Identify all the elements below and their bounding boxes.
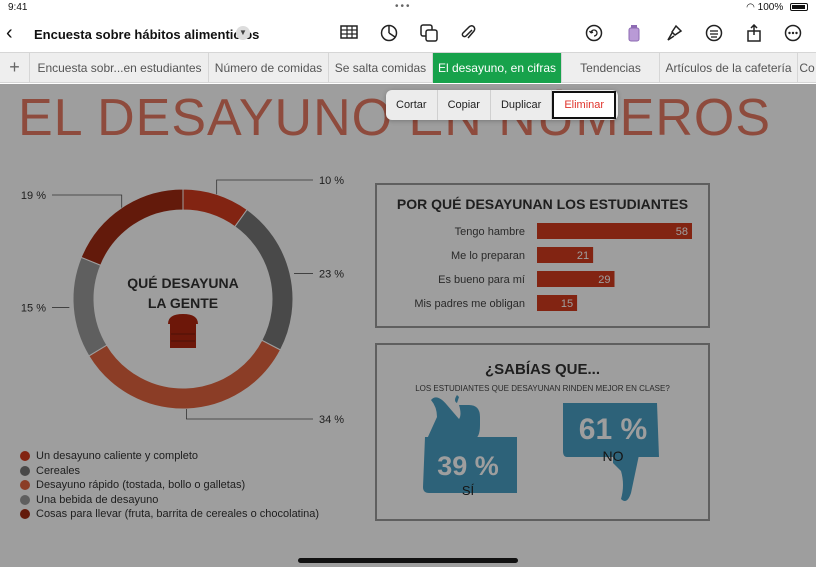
bar-category-label: Mis padres me obligan	[414, 298, 525, 310]
leader-line	[186, 408, 313, 420]
yes-value: 39 %	[437, 451, 499, 481]
legend-item: Cosas para llevar (fruta, barrita de cer…	[20, 507, 319, 522]
list-icon[interactable]	[704, 24, 724, 44]
table-icon[interactable]	[339, 24, 359, 44]
battery-icon	[790, 3, 808, 12]
undo-icon[interactable]	[584, 24, 604, 44]
document-title[interactable]: Encuesta sobre hábitos alimenticios	[34, 27, 259, 42]
donut-slice	[182, 188, 248, 228]
bar	[537, 223, 692, 239]
add-sheet-button[interactable]: +	[0, 53, 30, 83]
tab-numero-comidas[interactable]: Número de comidas	[209, 53, 329, 83]
slice-value-label: 10 %	[319, 175, 344, 187]
did-you-know-panel[interactable]: ¿SABÍAS QUE... LOS ESTUDIANTES QUE DESAY…	[375, 343, 710, 521]
yes-label: SÍ	[462, 483, 475, 498]
status-time: 9:41	[8, 2, 28, 13]
status-icons: ◠ 100%	[746, 2, 808, 13]
share-icon[interactable]	[744, 23, 764, 44]
delete-menu-item[interactable]: Eliminar	[552, 91, 617, 119]
brush-icon[interactable]	[664, 24, 684, 44]
bar-chart-panel[interactable]: POR QUÉ DESAYUNAN LOS ESTUDIANTES Tengo …	[375, 183, 710, 328]
leader-line	[52, 194, 123, 208]
thumbs-graphic: 39 % SÍ 61 % NO	[423, 395, 659, 501]
legend-swatch	[20, 465, 30, 476]
slice-value-label: 15 %	[21, 303, 46, 315]
legend-label: Desayuno rápido (tostada, bollo o gallet…	[36, 479, 246, 491]
legend-swatch	[20, 451, 30, 461]
donut-slice	[80, 188, 184, 266]
battery-label: 100%	[757, 2, 784, 13]
donut-title-line2: LA GENTE	[148, 295, 218, 311]
shapes-icon[interactable]	[419, 24, 439, 44]
multitasking-dots[interactable]: •••	[395, 1, 412, 12]
bar-group: Tengo hambre 58 Me lo preparan 21 Es bueno p…	[414, 223, 692, 311]
legend-swatch	[20, 494, 30, 505]
cut-menu-item[interactable]: Cortar	[386, 90, 438, 120]
toast-icon	[168, 314, 198, 348]
donut-slice	[234, 208, 294, 351]
bar-chart: Tengo hambre 58 Me lo preparan 21 Es bueno p…	[414, 223, 692, 311]
donut-slice	[88, 339, 282, 410]
legend-item: Cereales	[20, 464, 319, 479]
bar-category-label: Tengo hambre	[455, 226, 525, 238]
chevron-down-icon[interactable]: ▼	[236, 26, 250, 40]
wifi-icon: ◠	[746, 2, 755, 13]
no-value: 61 %	[579, 413, 647, 446]
slice-value-label: 23 %	[319, 269, 344, 281]
copy-menu-item[interactable]: Copiar	[438, 90, 491, 120]
bar-value-label: 58	[676, 226, 688, 238]
no-label: NO	[603, 448, 624, 464]
toolbar: ‹ Encuesta sobre hábitos alimenticios ▼	[0, 16, 816, 52]
slice-value-label: 34 %	[319, 414, 344, 426]
bar-category-label: Me lo preparan	[451, 250, 525, 262]
legend-swatch	[20, 480, 30, 490]
slice-value-label: 19 %	[21, 190, 46, 202]
legend-label: Cereales	[36, 464, 81, 477]
bar-value-label: 21	[577, 250, 589, 262]
duplicate-menu-item[interactable]: Duplicar	[491, 90, 553, 120]
legend-item: Un desayuno caliente y completo	[20, 449, 319, 464]
back-icon[interactable]: ‹	[6, 23, 13, 43]
bar-value-label: 29	[598, 274, 610, 286]
chart-icon[interactable]	[379, 24, 399, 44]
legend-label: Cosas para llevar (fruta, barrita de cer…	[36, 508, 320, 520]
attachment-icon[interactable]	[458, 24, 478, 44]
status-bar: 9:41 ••• ◠ 100%	[0, 0, 816, 16]
tab-se-salta-comidas[interactable]: Se salta comidas	[329, 53, 433, 83]
legend-item: Desayuno rápido (tostada, bollo o gallet…	[20, 478, 319, 493]
format-icon[interactable]	[624, 24, 644, 44]
donut-slice	[72, 256, 108, 357]
more-icon[interactable]	[783, 24, 803, 44]
bar-value-label: 15	[561, 298, 573, 310]
home-indicator[interactable]	[298, 558, 518, 563]
tab-encuesta[interactable]: Encuesta sobr...en estudiantes	[31, 53, 209, 83]
tab-el-desayuno-en-cifras[interactable]: El desayuno, en cifras	[433, 53, 562, 83]
tab-tendencias[interactable]: Tendencias	[562, 53, 660, 83]
sheet-canvas[interactable]: EL DESAYUNO EN NÚMEROS 10 %23 %34 %15 %1…	[0, 84, 816, 567]
edit-context-menu: Cortar Copiar Duplicar Eliminar	[386, 90, 619, 120]
bar-category-label: Es bueno para mí	[438, 274, 525, 286]
legend-item: Una bebida de desayuno	[20, 493, 319, 508]
sheet-tabs: + Encuesta sobr...en estudiantes Número …	[0, 52, 816, 83]
legend-swatch	[20, 509, 30, 519]
tab-articulos-cafeteria[interactable]: Artículos de la cafetería	[660, 53, 798, 83]
legend-label: Una bebida de desayuno	[36, 493, 159, 506]
legend-label: Un desayuno caliente y completo	[36, 450, 199, 462]
donut-title-line1: QUÉ DESAYUNA	[127, 275, 239, 291]
leader-line	[216, 179, 313, 195]
donut-legend: Un desayuno caliente y completo Cereales…	[20, 449, 319, 522]
donut-chart[interactable]: 10 % 23 % 34 % 15 % 19 % QUÉ DESAYUNA LA GEN…	[0, 174, 380, 449]
tab-co[interactable]: Co	[798, 53, 816, 83]
